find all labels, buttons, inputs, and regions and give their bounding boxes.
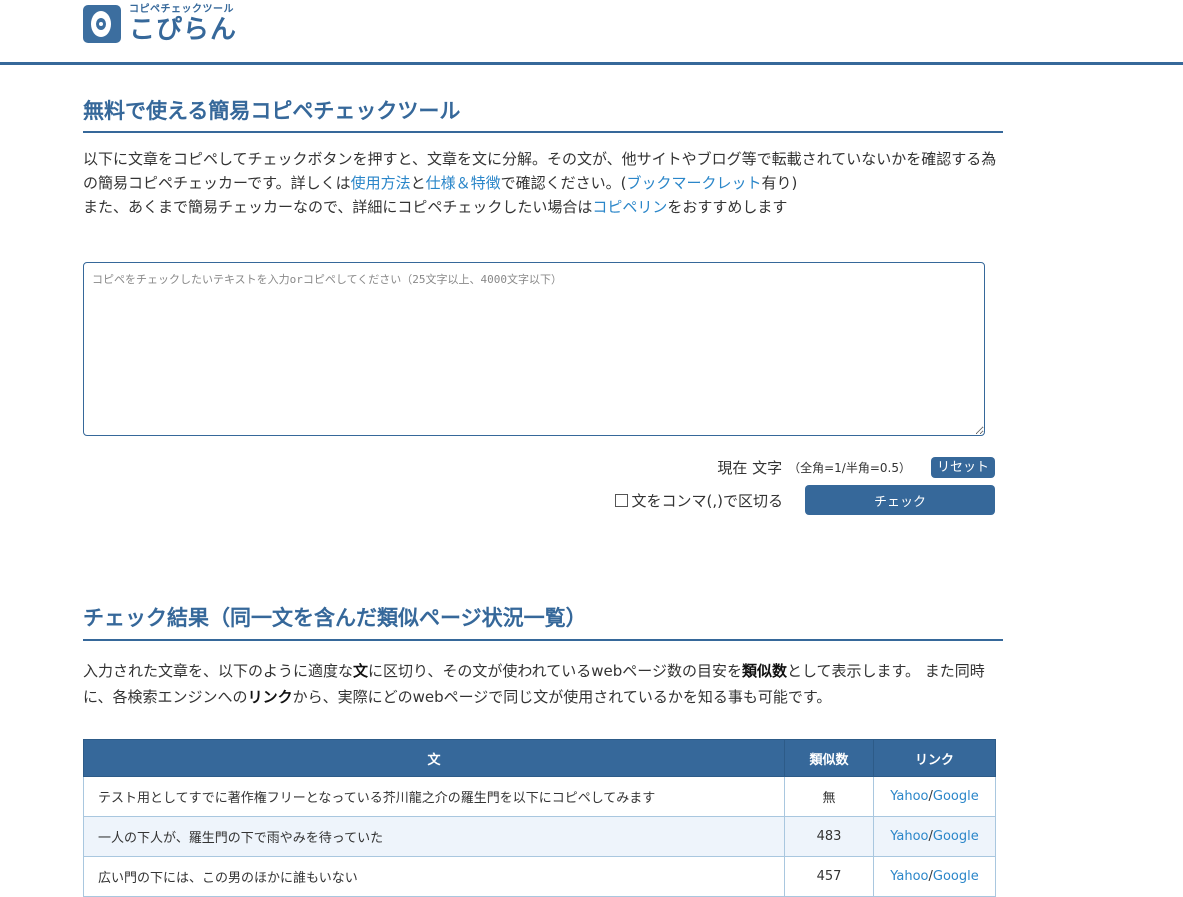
google-link[interactable]: Google [933,789,979,804]
char-count-label: 現在 文字 [717,459,783,477]
google-link[interactable]: Google [933,869,979,884]
reset-button[interactable]: リセット [930,457,995,478]
results-section: チェック結果（同一文を含んだ類似ページ状況一覧） 入力された文章を、以下のように… [83,602,1003,897]
logo-subtitle: コピペチェックツール [129,4,234,15]
sentence-cell: テスト用としてすでに著作権フリーとなっている芥川龍之介の羅生門を以下にコピペして… [83,776,785,817]
header-bar: コピペチェックツール こぴらん [0,0,1183,65]
yahoo-link[interactable]: Yahoo [890,869,928,884]
logo-icon [83,5,121,43]
char-count-note: （全角=1/半角=0.5） [788,461,911,475]
text-input[interactable] [83,262,985,436]
yahoo-link[interactable]: Yahoo [890,789,928,804]
comma-split-label[interactable]: 文をコンマ(,)で区切る [632,490,783,511]
column-header-count: 類似数 [784,739,874,777]
results-title: チェック結果（同一文を含んだ類似ページ状況一覧） [83,602,1003,641]
bookmarklet-link[interactable]: ブックマークレット [627,174,762,192]
logo-title: こぴらん [129,15,238,45]
results-table: 文 類似数 リンク テスト用としてすでに著作権フリーとなっている芥川龍之介の羅生… [83,739,996,897]
spec-link[interactable]: 仕様＆特徴 [426,174,501,192]
copiperin-link[interactable]: コピペリン [592,198,667,216]
check-button[interactable]: チェック [805,485,995,515]
sentence-cell: 一人の下人が、羅生門の下で雨やみを待っていた [83,816,785,857]
char-count-row: 現在 文字 （全角=1/半角=0.5） リセット [83,457,995,478]
intro-text: 以下に文章をコピペしてチェックボタンを押すと、文章を文に分解。その文が、他サイト… [83,150,997,216]
link-cell: Yahoo/Google [873,816,996,857]
google-link[interactable]: Google [933,829,979,844]
table-row: 一人の下人が、羅生門の下で雨やみを待っていた 483 Yahoo/Google [83,816,996,857]
site-logo[interactable]: コピペチェックツール こぴらん [83,5,237,43]
count-cell: 483 [784,816,874,857]
usage-link[interactable]: 使用方法 [351,174,411,192]
yahoo-link[interactable]: Yahoo [890,829,928,844]
count-cell: 無 [784,776,874,817]
results-description: 入力された文章を、以下のように適度な文に区切り、その文が使われているwebページ… [83,662,985,706]
column-header-sentence: 文 [83,739,785,777]
table-row: テスト用としてすでに著作権フリーとなっている芥川龍之介の羅生門を以下にコピペして… [83,776,996,817]
page-title: 無料で使える簡易コピペチェックツール [83,95,1003,133]
comma-split-checkbox[interactable] [614,493,628,507]
link-cell: Yahoo/Google [873,776,996,817]
column-header-link: リンク [873,739,996,777]
